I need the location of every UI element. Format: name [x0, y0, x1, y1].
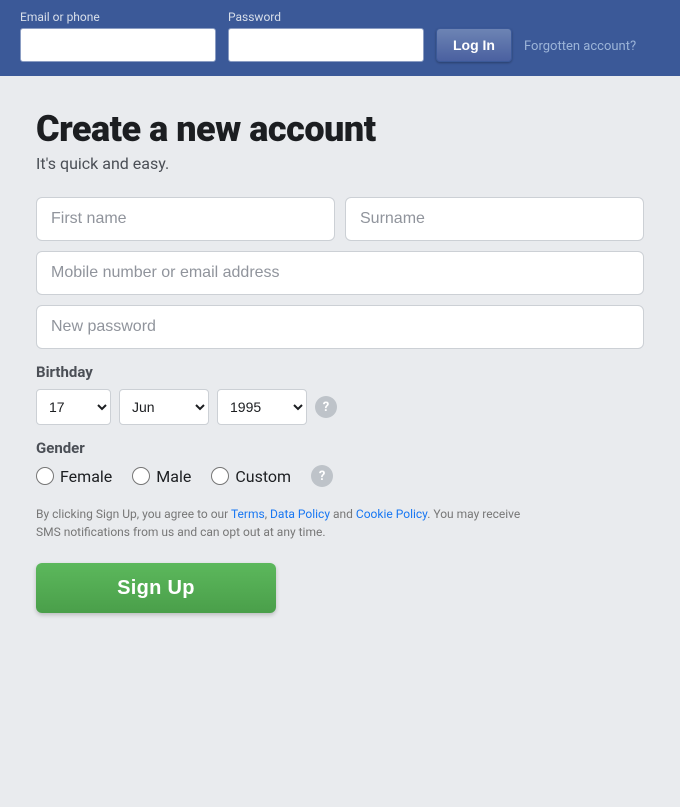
gender-female-radio[interactable]	[36, 467, 54, 485]
mobile-email-row	[36, 251, 644, 295]
gender-female-option[interactable]: Female	[36, 467, 112, 486]
name-row	[36, 197, 644, 241]
gender-label: Gender	[36, 439, 644, 457]
password-field-group: Password	[228, 10, 424, 62]
login-button[interactable]: Log In	[436, 28, 512, 62]
email-field-group: Email or phone	[20, 10, 216, 62]
gender-row: Female Male Custom ?	[36, 465, 644, 487]
birthday-section: Birthday // days 1-31 for(let i=1;i<=31;…	[36, 363, 644, 425]
gender-custom-option[interactable]: Custom	[211, 467, 291, 486]
gender-female-label: Female	[60, 467, 112, 486]
gender-help-icon[interactable]: ?	[311, 465, 333, 487]
birthday-help-icon[interactable]: ?	[315, 396, 337, 418]
email-input[interactable]	[20, 28, 216, 62]
page-subtitle: It's quick and easy.	[36, 154, 644, 173]
password-label: Password	[228, 10, 424, 24]
surname-input[interactable]	[345, 197, 644, 241]
gender-section: Gender Female Male Custom ?	[36, 439, 644, 487]
email-label: Email or phone	[20, 10, 216, 24]
gender-male-option[interactable]: Male	[132, 467, 191, 486]
gender-male-label: Male	[156, 467, 191, 486]
first-name-input[interactable]	[36, 197, 335, 241]
navbar: Email or phone Password Log In Forgotten…	[0, 0, 680, 76]
mobile-email-input[interactable]	[36, 251, 644, 295]
page-title: Create a new account	[36, 108, 644, 150]
gender-custom-radio[interactable]	[211, 467, 229, 485]
signup-button[interactable]: Sign Up	[36, 563, 276, 613]
birthday-month-select[interactable]: JanFebMarApr MayJunJulAug SepOctNovDec	[119, 389, 209, 425]
gender-male-radio[interactable]	[132, 467, 150, 485]
new-password-row	[36, 305, 644, 349]
cookie-policy-link[interactable]: Cookie Policy	[356, 507, 427, 521]
birthday-row: // days 1-31 for(let i=1;i<=31;i++){ con…	[36, 389, 644, 425]
password-input[interactable]	[228, 28, 424, 62]
terms-text: By clicking Sign Up, you agree to our Te…	[36, 505, 536, 541]
signup-form-container: Create a new account It's quick and easy…	[0, 76, 680, 653]
forgotten-account-link[interactable]: Forgotten account?	[524, 39, 636, 62]
new-password-input[interactable]	[36, 305, 644, 349]
terms-link[interactable]: Terms	[231, 507, 265, 521]
gender-custom-label: Custom	[235, 467, 291, 486]
birthday-year-select[interactable]: const currentYear = new Date().getFullYe…	[217, 389, 307, 425]
birthday-day-select[interactable]: // days 1-31 for(let i=1;i<=31;i++){ con…	[36, 389, 111, 425]
birthday-label: Birthday	[36, 363, 644, 381]
data-policy-link[interactable]: Data Policy	[270, 507, 330, 521]
